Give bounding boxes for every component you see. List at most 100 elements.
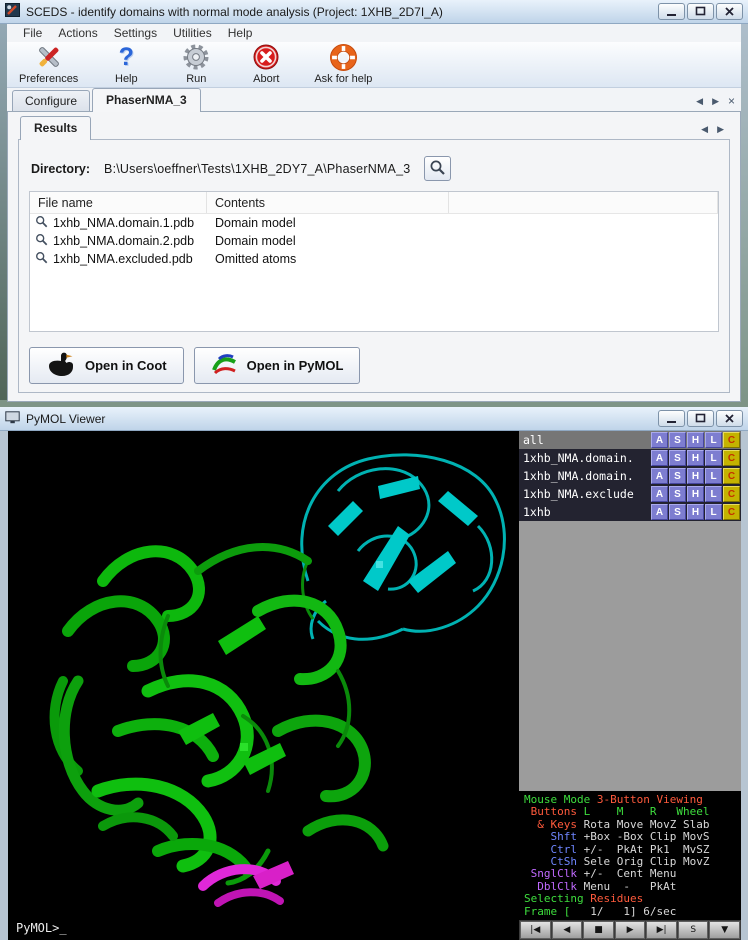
open-in-coot-button[interactable]: Open in Coot	[29, 347, 184, 384]
pymol-titlebar[interactable]: PyMOL Viewer	[0, 407, 748, 431]
toolbar-label: Run	[186, 73, 206, 85]
color-menu-button[interactable]: C	[723, 468, 740, 484]
ask-for-help-button[interactable]: Ask for help	[314, 42, 372, 85]
tab-scroll-left-icon[interactable]: ◀	[696, 96, 703, 107]
playback-controls: |◀ ◀ ■ ▶ ▶| S ▼	[519, 920, 741, 940]
life-ring-icon	[330, 42, 357, 72]
file-contents: Domain model	[207, 216, 449, 230]
object-name[interactable]: 1xhb	[519, 503, 650, 521]
play-button[interactable]: ▶	[615, 921, 646, 939]
magnifier-icon	[35, 233, 48, 249]
main-tabstrip: Configure PhaserNMA_3 ◀ ▶ ×	[7, 88, 741, 112]
maximize-button[interactable]	[687, 3, 714, 20]
directory-value: B:\Users\oeffner\Tests\1XHB_2DY7_A\Phase…	[104, 162, 410, 176]
show-menu-button[interactable]: S	[669, 432, 686, 448]
toolbar: Preferences ? Help Run	[7, 42, 741, 88]
menu-item-help[interactable]: Help	[220, 24, 261, 42]
magnifier-icon	[35, 215, 48, 231]
menu-item-file[interactable]: File	[15, 24, 50, 42]
question-mark-icon: ?	[119, 42, 134, 72]
color-menu-button[interactable]: C	[723, 432, 740, 448]
pymol-ribbon-icon	[211, 353, 238, 379]
menu-item-utilities[interactable]: Utilities	[165, 24, 220, 42]
show-menu-button[interactable]: S	[669, 504, 686, 520]
menubar: File Actions Settings Utilities Help	[7, 24, 741, 42]
hide-menu-button[interactable]: H	[687, 504, 704, 520]
table-row[interactable]: 1xhb_NMA.excluded.pdb Omitted atoms	[30, 250, 718, 268]
tab-close-icon[interactable]: ×	[728, 97, 735, 106]
show-menu-button[interactable]: S	[669, 468, 686, 484]
minimize-button[interactable]	[658, 3, 685, 20]
frame-counter-line: Frame [ 1/ 1] 6/sec	[524, 906, 736, 918]
color-menu-button[interactable]: C	[723, 486, 740, 502]
object-name[interactable]: 1xhb_NMA.exclude	[519, 485, 650, 503]
action-menu-button[interactable]: A	[651, 504, 668, 520]
action-menu-button[interactable]: A	[651, 486, 668, 502]
step-back-button[interactable]: ◀	[552, 921, 583, 939]
label-menu-button[interactable]: L	[705, 486, 722, 502]
preferences-button[interactable]: Preferences	[19, 42, 78, 85]
close-button[interactable]	[716, 3, 743, 20]
red-cross-circle-icon	[252, 42, 280, 72]
object-name[interactable]: 1xhb_NMA.domain.	[519, 467, 650, 485]
browse-directory-button[interactable]	[424, 156, 451, 181]
show-menu-button[interactable]: S	[669, 486, 686, 502]
object-name[interactable]: all	[519, 431, 650, 449]
pymol-window-title: PyMOL Viewer	[26, 412, 652, 426]
tab-phasernma-3[interactable]: PhaserNMA_3	[92, 88, 201, 112]
tab-results[interactable]: Results	[20, 116, 91, 140]
tab-configure[interactable]: Configure	[12, 90, 90, 112]
monitor-icon	[5, 411, 20, 427]
tab-scroll-right-icon[interactable]: ▶	[712, 96, 719, 107]
hide-menu-button[interactable]: H	[687, 432, 704, 448]
run-button[interactable]: Run	[174, 42, 218, 85]
results-scroll-right-icon[interactable]: ▶	[717, 124, 724, 135]
help-button[interactable]: ? Help	[104, 42, 148, 85]
minimize-button[interactable]	[658, 410, 685, 427]
object-row-1xhb: 1xhb A S H L C	[519, 503, 741, 521]
table-row[interactable]: 1xhb_NMA.domain.2.pdb Domain model	[30, 232, 718, 250]
menu-dropdown-button[interactable]: ▼	[709, 921, 740, 939]
hide-menu-button[interactable]: H	[687, 468, 704, 484]
open-in-pymol-button[interactable]: Open in PyMOL	[194, 347, 361, 384]
color-menu-button[interactable]: C	[723, 504, 740, 520]
menu-item-actions[interactable]: Actions	[50, 24, 105, 42]
action-menu-button[interactable]: A	[651, 450, 668, 466]
color-menu-button[interactable]: C	[723, 450, 740, 466]
label-menu-button[interactable]: L	[705, 432, 722, 448]
hide-menu-button[interactable]: H	[687, 486, 704, 502]
scene-button[interactable]: S	[678, 921, 709, 939]
label-menu-button[interactable]: L	[705, 504, 722, 520]
maximize-button[interactable]	[687, 410, 714, 427]
file-name: 1xhb_NMA.domain.1.pdb	[53, 216, 194, 230]
pymol-content: PyMOL>_ all A S H L C 1xhb_NMA.domain. A…	[8, 431, 741, 940]
table-row[interactable]: 1xhb_NMA.domain.1.pdb Domain model	[30, 214, 718, 232]
stop-button[interactable]: ■	[583, 921, 614, 939]
action-menu-button[interactable]: A	[651, 432, 668, 448]
pymol-command-prompt[interactable]: PyMOL>_	[16, 921, 67, 935]
file-contents: Omitted atoms	[207, 252, 449, 266]
window-frame-right	[741, 24, 748, 407]
object-row-domain-2: 1xhb_NMA.domain. A S H L C	[519, 467, 741, 485]
directory-label: Directory:	[31, 162, 90, 176]
close-button[interactable]	[716, 410, 743, 427]
pymol-viewport[interactable]: PyMOL>_	[8, 431, 519, 940]
menu-item-settings[interactable]: Settings	[106, 24, 165, 42]
abort-button[interactable]: Abort	[244, 42, 288, 85]
object-name[interactable]: 1xhb_NMA.domain.	[519, 449, 650, 467]
sceds-titlebar[interactable]: SCEDS - identify domains with normal mod…	[0, 0, 748, 24]
file-name: 1xhb_NMA.excluded.pdb	[53, 252, 193, 266]
go-to-start-button[interactable]: |◀	[520, 921, 551, 939]
panel-spacer	[519, 521, 741, 791]
column-header-file-name: File name	[30, 192, 207, 213]
label-menu-button[interactable]: L	[705, 450, 722, 466]
show-menu-button[interactable]: S	[669, 450, 686, 466]
toolbar-label: Abort	[253, 73, 279, 85]
file-contents: Domain model	[207, 234, 449, 248]
files-table: File name Contents 1xhb_NMA.domain.1.pdb…	[29, 191, 719, 332]
results-scroll-left-icon[interactable]: ◀	[701, 124, 708, 135]
hide-menu-button[interactable]: H	[687, 450, 704, 466]
go-to-end-button[interactable]: ▶|	[646, 921, 677, 939]
label-menu-button[interactable]: L	[705, 468, 722, 484]
action-menu-button[interactable]: A	[651, 468, 668, 484]
